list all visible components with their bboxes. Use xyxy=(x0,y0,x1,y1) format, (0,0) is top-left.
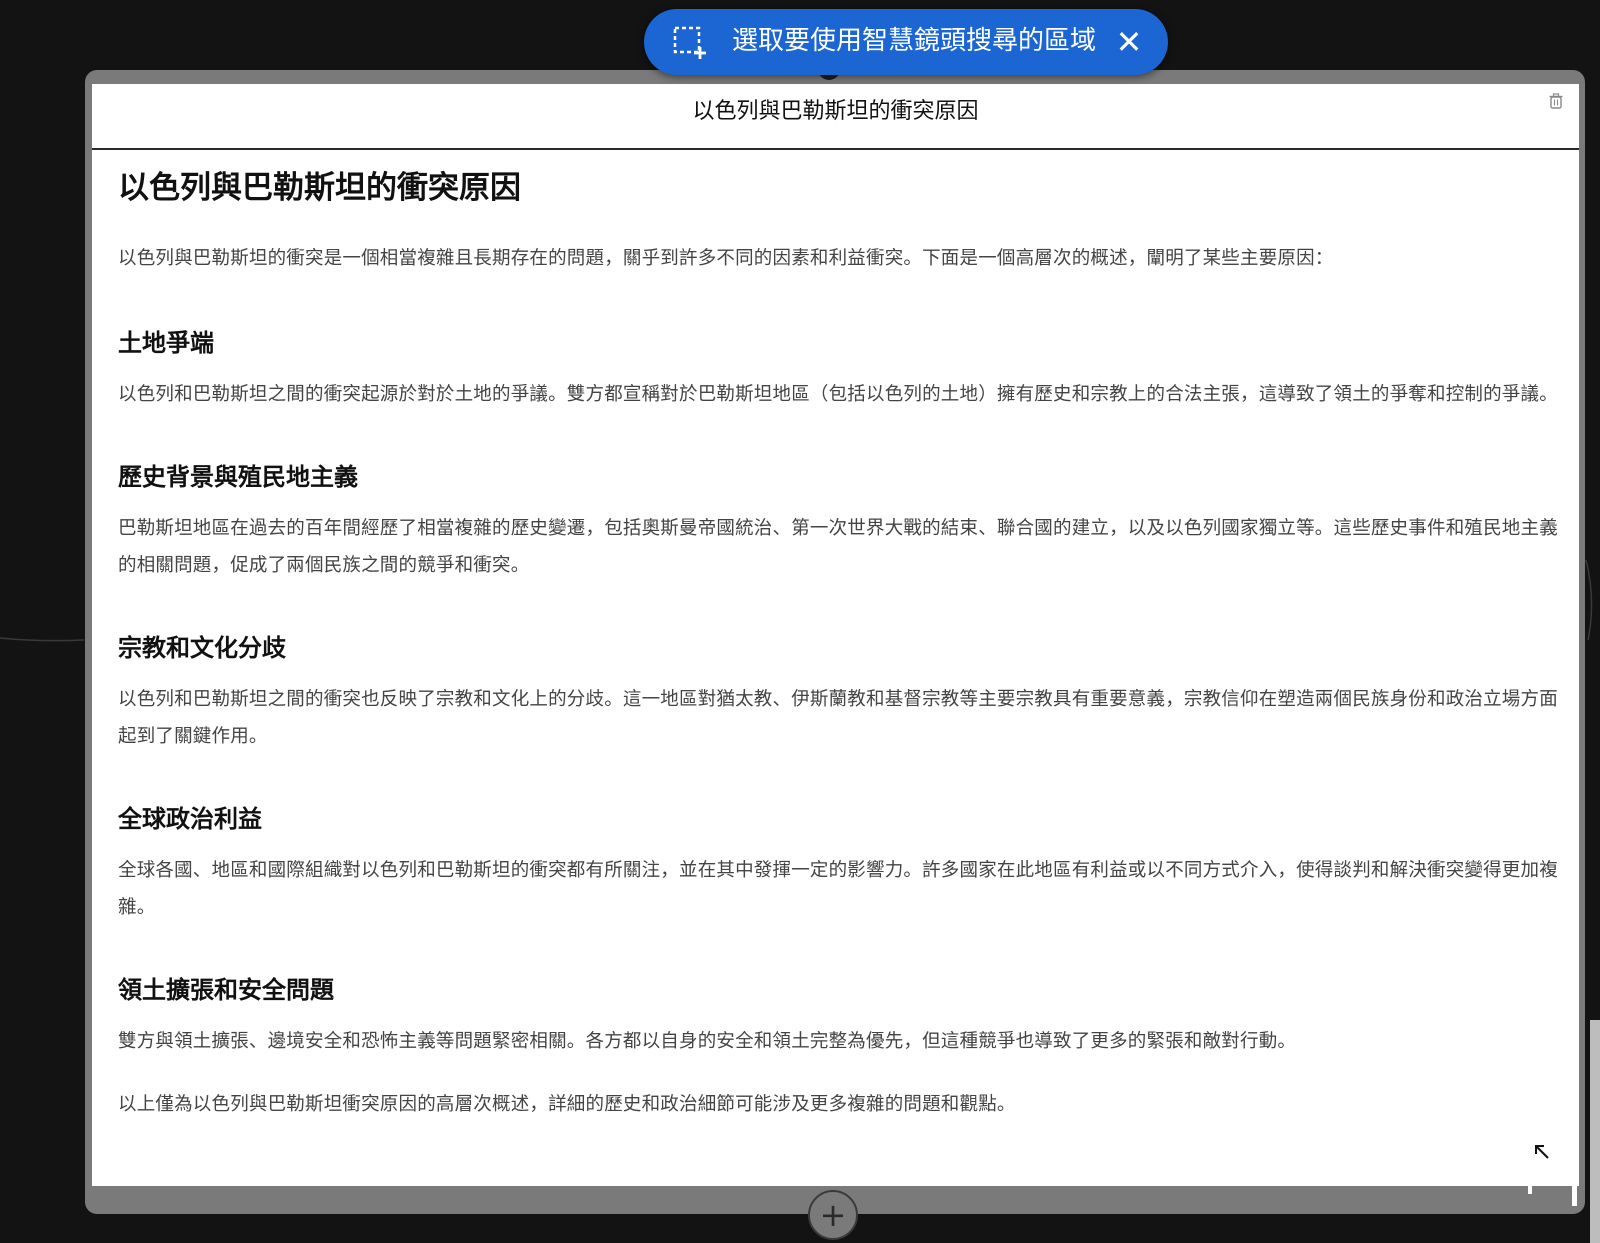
section-land-dispute: 土地爭端 以色列和巴勒斯坦之間的衝突起源於對於土地的爭議。雙方都宣稱對於巴勒斯坦… xyxy=(118,326,1558,413)
section-heading: 歷史背景與殖民地主義 xyxy=(118,463,358,491)
card-header: 以色列與巴勒斯坦的衝突原因 xyxy=(92,84,1579,150)
section-territory-security: 領土擴張和安全問題 雙方與領土擴張、邊境安全和恐怖主義等問題緊密相關。各方都以自… xyxy=(118,973,1558,1060)
trash-icon[interactable] xyxy=(1547,92,1565,110)
section-heading: 全球政治利益 xyxy=(118,805,262,833)
canvas-stage: 以色列與巴勒斯坦的衝突原因 以色列與巴勒斯坦的衝突原因 以色列與巴勒斯坦的衝突是… xyxy=(0,0,1600,1243)
section-heading: 土地爭端 xyxy=(118,329,214,357)
section-religion-culture: 宗教和文化分歧 以色列和巴勒斯坦之間的衝突也反映了宗教和文化上的分歧。這一地區對… xyxy=(118,631,1558,755)
canvas-scrollbar[interactable] xyxy=(1590,1020,1600,1243)
section-body: 以色列和巴勒斯坦之間的衝突也反映了宗教和文化上的分歧。這一地區對猶太教、伊斯蘭教… xyxy=(118,689,1558,747)
close-icon[interactable]: ✕ xyxy=(1112,25,1146,59)
lens-search-banner: 選取要使用智慧鏡頭搜尋的區域 ✕ xyxy=(644,9,1168,75)
section-body: 以色列和巴勒斯坦之間的衝突起源於對於土地的爭議。雙方都宣稱對於巴勒斯坦地區（包括… xyxy=(118,384,1558,405)
section-heading: 宗教和文化分歧 xyxy=(118,634,286,662)
section-global-politics: 全球政治利益 全球各國、地區和國際組織對以色列和巴勒斯坦的衝突都有所關注，並在其… xyxy=(118,802,1558,926)
section-body: 巴勒斯坦地區在過去的百年間經歷了相當複雜的歷史變遷，包括奧斯曼帝國統治、第一次世… xyxy=(118,518,1558,576)
lens-banner-text: 選取要使用智慧鏡頭搜尋的區域 xyxy=(732,26,1097,56)
select-region-icon xyxy=(673,26,706,59)
section-body: 全球各國、地區和國際組織對以色列和巴勒斯坦的衝突都有所關注，並在其中發揮一定的影… xyxy=(118,860,1558,918)
plus-icon: + xyxy=(819,1196,847,1234)
section-body: 雙方與領土擴張、邊境安全和恐怖主義等問題緊密相關。各方都以自身的安全和領土完整為… xyxy=(118,1031,1297,1052)
note-card: 以色列與巴勒斯坦的衝突原因 以色列與巴勒斯坦的衝突原因 以色列與巴勒斯坦的衝突是… xyxy=(92,84,1579,1186)
section-heading: 領土擴張和安全問題 xyxy=(118,976,334,1004)
card-header-title: 以色列與巴勒斯坦的衝突原因 xyxy=(692,99,979,124)
document-intro: 以色列與巴勒斯坦的衝突是一個相當複雜且長期存在的問題，關乎到許多不同的因素和利益… xyxy=(118,248,1334,269)
document-title: 以色列與巴勒斯坦的衝突原因 xyxy=(118,170,521,206)
resize-handle-icon[interactable] xyxy=(1528,1140,1584,1210)
document-content: 以色列與巴勒斯坦的衝突原因 以色列與巴勒斯坦的衝突是一個相當複雜且長期存在的問題… xyxy=(118,168,1558,1123)
document-closing: 以上僅為以色列與巴勒斯坦衝突原因的高層次概述，詳細的歷史和政治細節可能涉及更多複… xyxy=(118,1094,1016,1115)
section-history-colonialism: 歷史背景與殖民地主義 巴勒斯坦地區在過去的百年間經歷了相當複雜的歷史變遷，包括奧… xyxy=(118,460,1558,584)
add-node-button[interactable]: + xyxy=(808,1190,858,1240)
